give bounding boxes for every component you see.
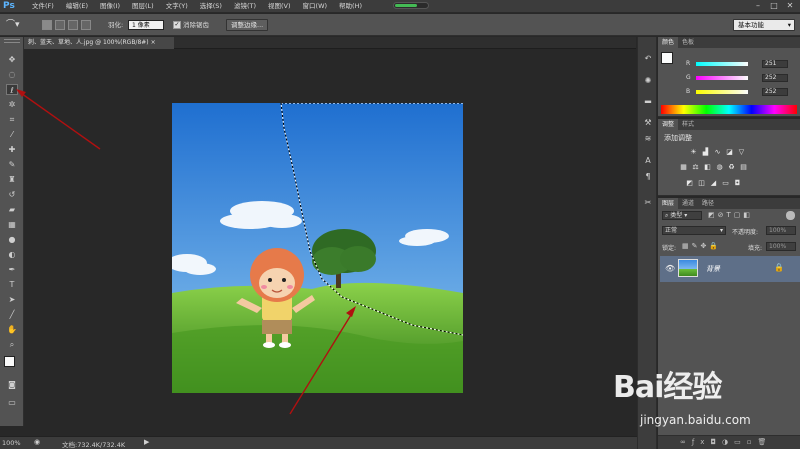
- annotation-arrow-lasso: [17, 90, 101, 150]
- green-slider[interactable]: [696, 76, 748, 80]
- tab-styles[interactable]: 样式: [678, 119, 698, 130]
- blend-mode-select[interactable]: 正常 ▾: [662, 226, 726, 235]
- baidu-jingyan-url: jingyan.baidu.com: [640, 413, 751, 427]
- status-bar: 100% ◉ 文档:732.4K/732.4K ▶: [0, 436, 655, 449]
- green-channel-label: G: [686, 74, 691, 81]
- annotation-arrow-selection: [289, 309, 355, 415]
- blend-mode-label: 正常: [665, 227, 678, 234]
- layer-action-icons[interactable]: ∞ƒx◘◑▭▫🗑: [680, 438, 772, 446]
- adjustments-row-2: ▦ ⚖ ◧ ◍ ♻ ▤: [678, 163, 750, 172]
- layer-thumbnail: [678, 259, 698, 277]
- green-value[interactable]: 252: [762, 74, 788, 82]
- zoom-level[interactable]: 100%: [2, 439, 21, 447]
- tab-paths[interactable]: 路径: [698, 198, 718, 209]
- filter-toggle-icon[interactable]: [786, 211, 795, 220]
- layer-row[interactable]: 👁 背景 🔒: [660, 256, 800, 282]
- green-channel-row: G 252: [678, 74, 796, 83]
- tab-channels[interactable]: 通道: [678, 198, 698, 209]
- histogram-icon[interactable]: ▂: [642, 93, 654, 105]
- photo-filter-icon[interactable]: ◍: [714, 163, 725, 172]
- exposure-icon[interactable]: ◪: [724, 148, 735, 157]
- adjustments-row-3: ◩ ◫ ◢ ▭ ◘: [684, 179, 744, 188]
- blue-slider[interactable]: [696, 90, 748, 94]
- blue-value[interactable]: 252: [762, 88, 788, 96]
- history-icon[interactable]: ↶: [642, 53, 654, 65]
- eye-icon[interactable]: 👁: [665, 264, 675, 273]
- adjustments-row-1: ☀ ▟ ∿ ◪ ▽: [688, 148, 748, 157]
- blue-channel-row: B 252: [678, 88, 796, 97]
- color-balance-icon[interactable]: ⚖: [690, 163, 701, 172]
- brush-panel-icon[interactable]: ≋: [642, 133, 654, 145]
- tool-presets-icon[interactable]: ⚒: [642, 117, 654, 129]
- red-slider[interactable]: [696, 62, 748, 66]
- tab-adjustments[interactable]: 调整: [658, 119, 679, 130]
- red-channel-label: R: [686, 60, 691, 67]
- tab-color[interactable]: 颜色: [658, 37, 679, 48]
- color-panel: 颜色 色板 R 251 G 252 B 252: [658, 37, 800, 117]
- posterize-icon[interactable]: ◫: [696, 179, 707, 188]
- paragraph-icon[interactable]: ¶: [642, 171, 654, 183]
- layer-filter-icons[interactable]: ◩⊘T▢◧: [708, 211, 753, 219]
- hue-saturation-icon[interactable]: ▦: [678, 163, 689, 172]
- panel-foreground-swatch[interactable]: [661, 52, 673, 64]
- levels-icon[interactable]: ▟: [700, 148, 711, 157]
- fill-input[interactable]: 100%: [766, 242, 796, 251]
- lock-label: 锁定:: [662, 245, 677, 252]
- red-value[interactable]: 251: [762, 60, 788, 68]
- lock-icons[interactable]: ▦✎✥🔒: [682, 242, 721, 250]
- tab-swatches[interactable]: 色板: [678, 37, 698, 48]
- actions-icon[interactable]: ✺: [642, 75, 654, 87]
- red-channel-row: R 251: [678, 60, 796, 69]
- brightness-icon[interactable]: ☀: [688, 148, 699, 157]
- layers-bottom-bar: ∞ƒx◘◑▭▫🗑: [658, 436, 800, 449]
- status-info-icon[interactable]: ◉: [34, 438, 40, 446]
- doc-size: 文档:732.4K/732.4K: [62, 441, 126, 449]
- vibrance-icon[interactable]: ▽: [736, 148, 747, 157]
- chevron-down-icon: ▾: [719, 227, 723, 234]
- tab-layers[interactable]: 图层: [658, 198, 679, 209]
- opacity-label: 不透明度:: [732, 229, 759, 236]
- blue-channel-label: B: [686, 88, 691, 95]
- selective-color-icon[interactable]: ◘: [732, 179, 743, 188]
- channel-mixer-icon[interactable]: ♻: [726, 163, 737, 172]
- fill-label: 填充:: [748, 245, 763, 252]
- layer-kind-filter[interactable]: ⌕ 类型 ▾: [662, 211, 702, 220]
- adjustments-panel: 调整 样式 添加调整 ☀ ▟ ∿ ◪ ▽ ▦ ⚖ ◧ ◍ ♻ ▤ ◩ ◫ ◢ ▭ ◘: [658, 119, 800, 196]
- color-lookup-icon[interactable]: ▤: [738, 163, 749, 172]
- layer-name[interactable]: 背景: [706, 264, 720, 274]
- tools-icon[interactable]: ✂: [642, 197, 654, 209]
- opacity-input[interactable]: 100%: [766, 226, 796, 235]
- color-spectrum-ramp[interactable]: [661, 105, 797, 114]
- threshold-icon[interactable]: ◢: [708, 179, 719, 188]
- character-icon[interactable]: A: [642, 155, 654, 167]
- adjustments-title: 添加调整: [664, 134, 692, 142]
- lock-icon: 🔒: [774, 263, 784, 272]
- baidu-jingyan-logo: Bai经验: [613, 370, 722, 405]
- layer-kind-label: 类型: [670, 212, 683, 219]
- invert-icon[interactable]: ◩: [684, 179, 695, 188]
- black-white-icon[interactable]: ◧: [702, 163, 713, 172]
- annotation-arrowhead-selection: [346, 306, 356, 317]
- curves-icon[interactable]: ∿: [712, 148, 723, 157]
- gradient-map-icon[interactable]: ▭: [720, 179, 731, 188]
- status-menu-arrow-icon[interactable]: ▶: [144, 438, 149, 446]
